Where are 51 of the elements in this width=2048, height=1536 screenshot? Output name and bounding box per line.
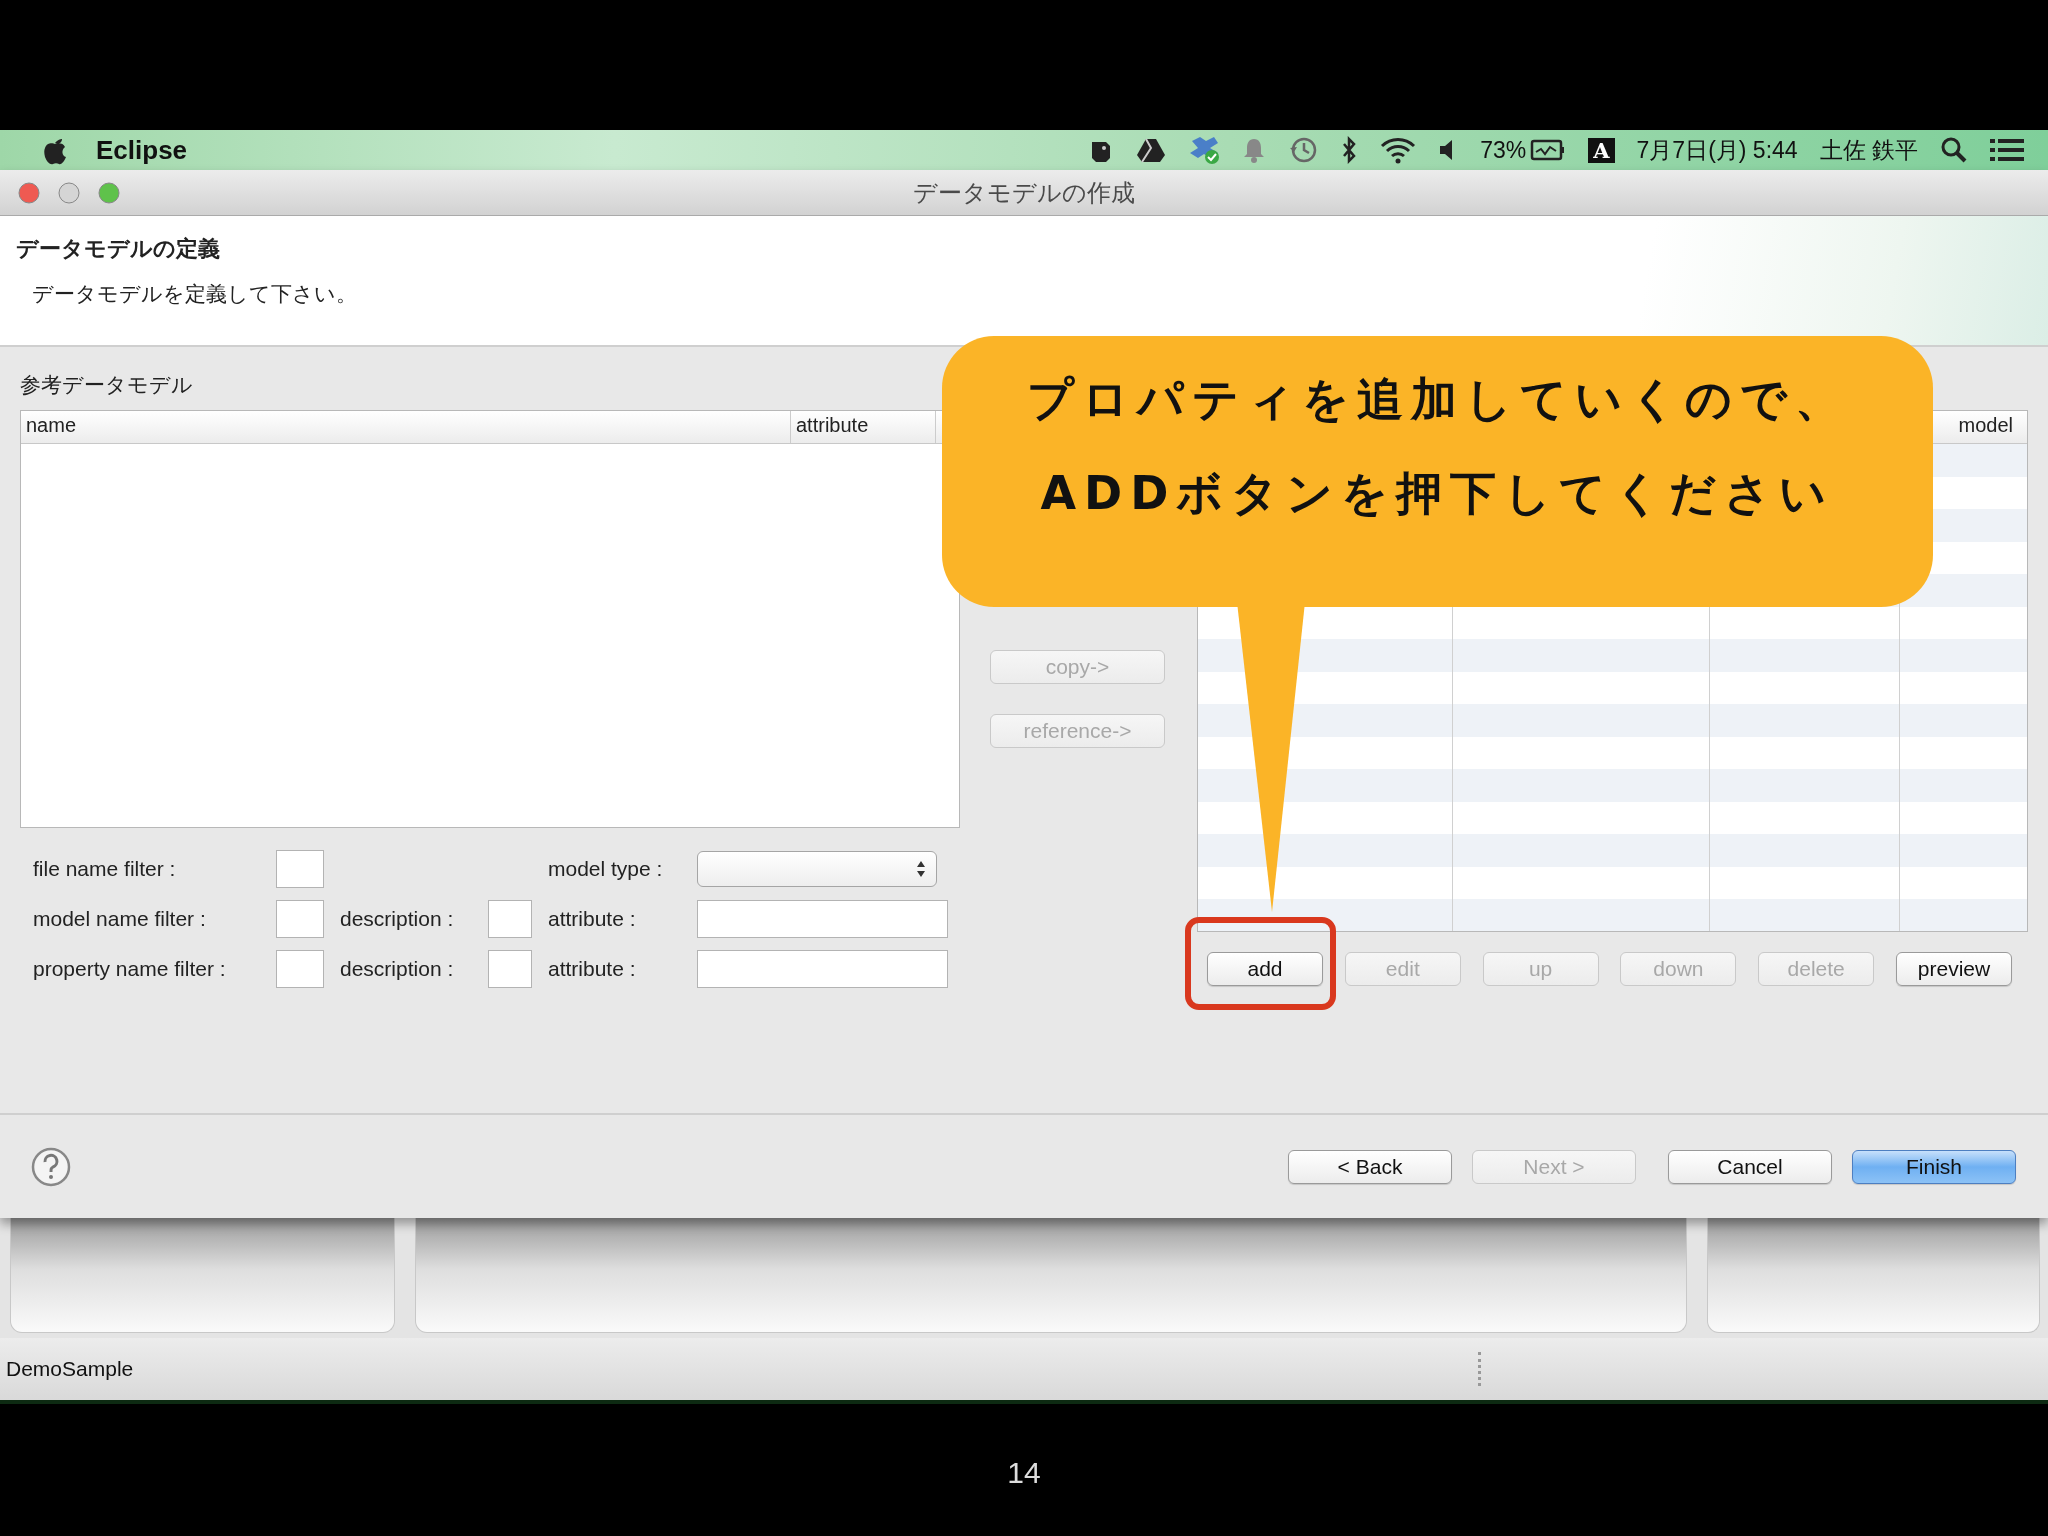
menubar-clock[interactable]: 7月7日(月) 5:44: [1636, 134, 1798, 166]
page-number: 14: [1007, 1456, 1041, 1490]
callout-text: プロパティを追加していくので、: [1026, 370, 1849, 428]
model-type-dropdown[interactable]: [697, 851, 937, 887]
bell-icon[interactable]: [1242, 136, 1267, 164]
help-icon[interactable]: [30, 1145, 72, 1188]
text-field[interactable]: [276, 850, 324, 888]
triangle-icon[interactable]: [1136, 137, 1167, 163]
action-button[interactable]: add: [1207, 952, 1323, 986]
callout-text: ADDボタンを押下してください: [1040, 464, 1835, 522]
status-separator: [1478, 1352, 1481, 1386]
filter-label: description :: [340, 907, 455, 931]
status-text: DemoSample: [6, 1357, 134, 1381]
filter-label: model name filter :: [33, 907, 207, 931]
app-name[interactable]: Eclipse: [96, 134, 188, 166]
filter-label: description :: [340, 957, 455, 981]
close-window-button[interactable]: [18, 181, 40, 204]
wizard-button[interactable]: Finish: [1852, 1149, 2016, 1184]
user-name[interactable]: 土佐 鉄平: [1819, 134, 1918, 166]
column-header[interactable]: name: [21, 411, 791, 443]
text-field[interactable]: [276, 900, 324, 938]
filter-label: property name filter :: [33, 957, 227, 981]
input-source-indicator[interactable]: A: [1588, 137, 1615, 163]
wizard-button[interactable]: Cancel: [1668, 1149, 1832, 1184]
column-header[interactable]: model: [1958, 414, 2013, 436]
text-field[interactable]: [488, 900, 532, 938]
updown-arrows-icon: [916, 860, 926, 878]
zoom-window-button[interactable]: [98, 181, 120, 204]
action-button[interactable]: preview: [1896, 952, 2012, 986]
window-title: データモデルの作成: [913, 178, 1135, 206]
wizard-button[interactable]: < Back: [1288, 1149, 1452, 1184]
page-description: データモデルを定義して下さい。: [32, 281, 358, 307]
box-check-icon[interactable]: [1188, 135, 1221, 165]
text-field[interactable]: [697, 950, 948, 988]
filter-label: attribute :: [548, 907, 637, 931]
wifi-icon[interactable]: [1380, 136, 1417, 164]
page-title: データモデルの定義: [16, 235, 221, 263]
filter-label: model type :: [548, 857, 664, 881]
battery-icon[interactable]: [1530, 138, 1567, 162]
minimize-window-button[interactable]: [58, 181, 80, 204]
text-field[interactable]: [488, 950, 532, 988]
text-field[interactable]: [697, 900, 948, 938]
section-label: 参考データモデル: [20, 372, 194, 398]
filter-label: file name filter :: [33, 857, 177, 881]
column-header[interactable]: attribute: [791, 411, 936, 443]
menu-icon[interactable]: [1990, 137, 2024, 163]
battery-percent: 73%: [1480, 136, 1527, 164]
clock-icon[interactable]: [1288, 136, 1319, 164]
text-field[interactable]: [276, 950, 324, 988]
filter-label: attribute :: [548, 957, 637, 981]
search-icon[interactable]: [1940, 136, 1968, 164]
